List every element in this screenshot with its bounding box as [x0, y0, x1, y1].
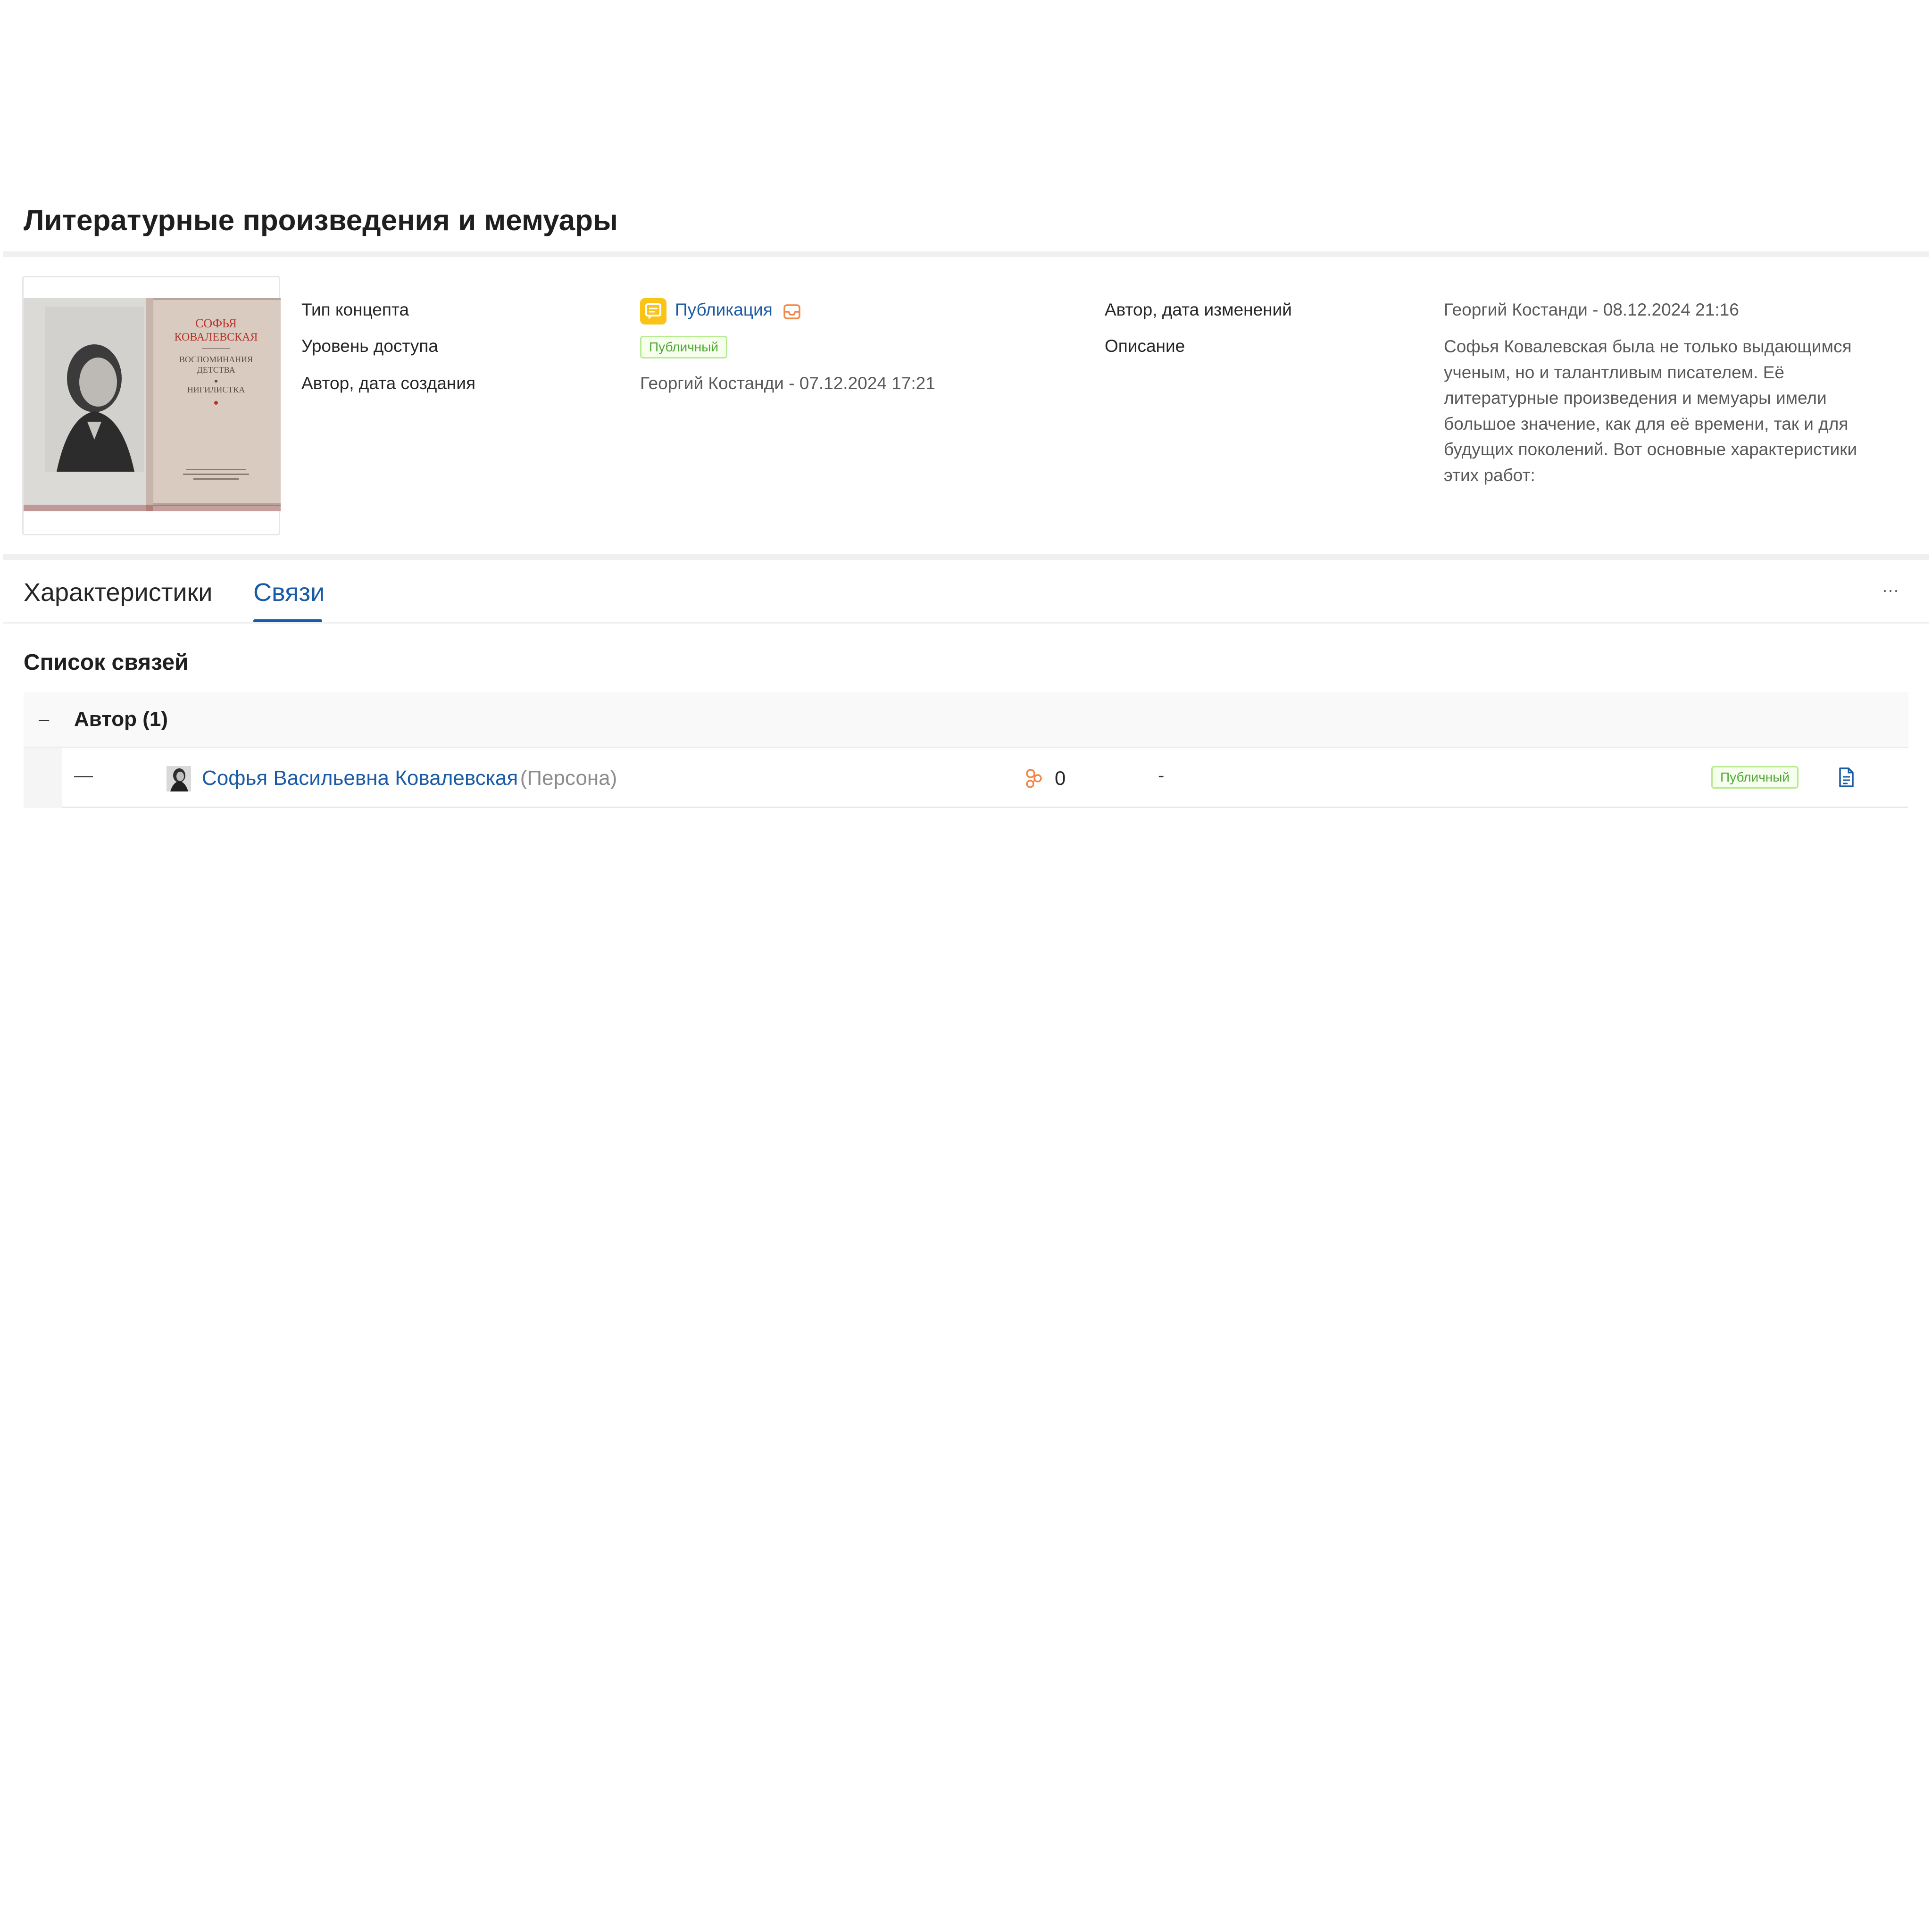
- relations-count: 0: [1055, 767, 1066, 789]
- publication-icon: [640, 298, 666, 325]
- modified-label: Автор, дата изменений: [1105, 300, 1292, 319]
- description-line: будущих поколений. Вот основные характер…: [1444, 440, 1857, 459]
- description-line: литературные произведения и мемуары имел…: [1444, 388, 1827, 408]
- access-level-badge: Публичный: [640, 336, 728, 358]
- cover-text-1: СОФЬЯ: [195, 316, 237, 330]
- cover-text-4: ДЕТСТВА: [197, 365, 235, 375]
- inbox-icon[interactable]: [782, 302, 802, 322]
- page-title: Литературные произведения и мемуары: [24, 204, 618, 237]
- access-level-label: Уровень доступа: [301, 336, 438, 356]
- tabs-divider: [3, 622, 1929, 624]
- row-access-badge: Публичный: [1711, 766, 1799, 789]
- row-gutter: [24, 748, 62, 808]
- description-label: Описание: [1105, 336, 1185, 356]
- concept-type-link[interactable]: Публикация: [675, 300, 773, 320]
- person-link[interactable]: Софья Васильевна Ковалевская: [202, 766, 518, 790]
- group-label: Автор (1): [74, 708, 168, 731]
- group-row-author[interactable]: [24, 692, 1908, 748]
- links-list-title: Список связей: [24, 650, 189, 675]
- cover-thumbnail[interactable]: СОФЬЯ КОВАЛЕВСКАЯ ВОСПОМИНАНИЯ ДЕТСТВА Н…: [24, 298, 281, 511]
- description-text: Софья Ковалевская была не только выдающи…: [1444, 334, 1887, 488]
- tab-links[interactable]: Связи: [253, 578, 325, 607]
- more-options-button[interactable]: ···: [1882, 580, 1899, 600]
- relations-icon: [1026, 769, 1042, 788]
- concept-type-label: Тип концепта: [301, 300, 409, 319]
- tab-characteristics[interactable]: Характеристики: [24, 578, 212, 607]
- cover-text-5: НИГИЛИСТКА: [187, 385, 245, 394]
- description-line: большое значение, как для её времени, та…: [1444, 414, 1849, 433]
- document-icon[interactable]: [1837, 767, 1855, 788]
- header-divider: [3, 251, 1929, 257]
- modified-value: Георгий Костанди - 08.12.2024 21:16: [1444, 300, 1739, 319]
- person-type: (Персона): [520, 766, 617, 790]
- row-dash: —: [74, 765, 93, 786]
- description-line: Софья Ковалевская была не только выдающи…: [1444, 337, 1852, 356]
- row-extra-value: -: [1158, 765, 1165, 786]
- description-line: ученым, но и талантливым писателем. Её: [1444, 362, 1784, 382]
- cover-text-3: ВОСПОМИНАНИЯ: [179, 355, 253, 364]
- description-line: этих работ:: [1444, 465, 1535, 485]
- created-label: Автор, дата создания: [301, 374, 476, 393]
- collapse-toggle[interactable]: –: [39, 709, 49, 730]
- cover-text-2: КОВАЛЕВСКАЯ: [175, 331, 258, 343]
- person-avatar: [167, 766, 191, 791]
- created-value: Георгий Костанди - 07.12.2024 17:21: [640, 374, 935, 393]
- section-divider: [3, 554, 1929, 560]
